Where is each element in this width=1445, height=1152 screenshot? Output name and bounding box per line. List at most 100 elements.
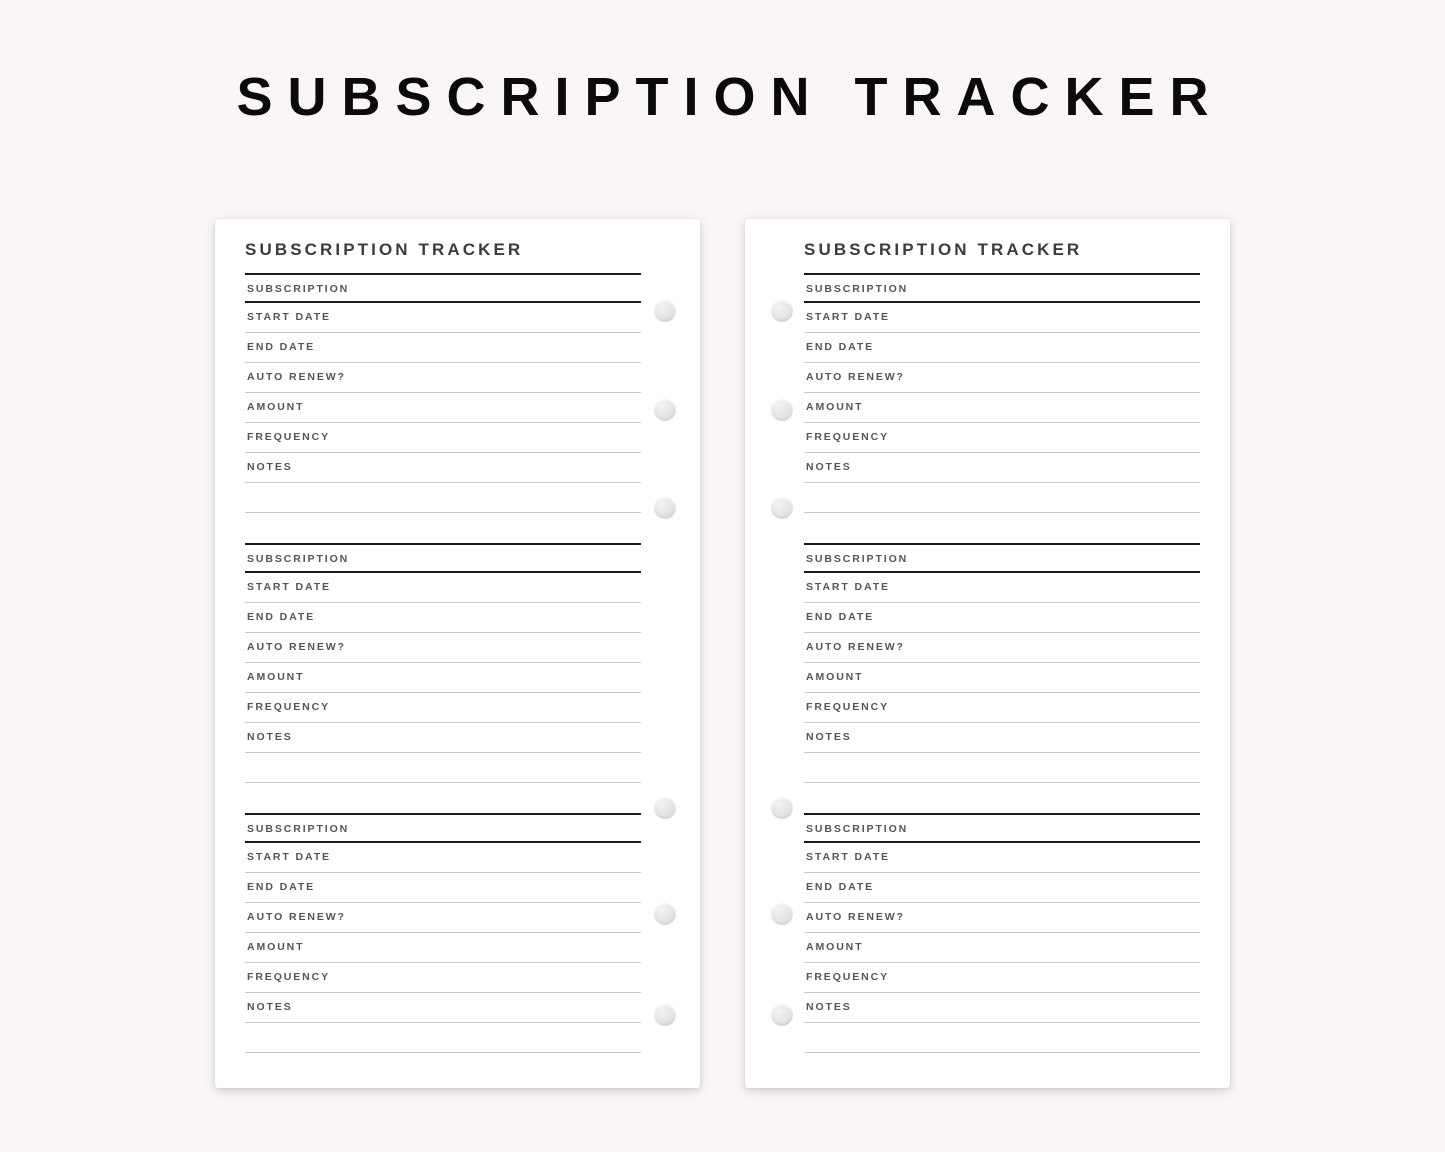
field-row-notes[interactable]: NOTES	[804, 453, 1200, 483]
field-label-amount: AMOUNT	[247, 401, 305, 413]
field-label-amount: AMOUNT	[247, 941, 305, 953]
field-row-end-date[interactable]: END DATE	[245, 333, 641, 363]
binder-ring-hole	[771, 797, 793, 819]
field-row-end-date[interactable]: END DATE	[804, 333, 1200, 363]
binder-ring-hole	[654, 903, 676, 925]
field-label-frequency: FREQUENCY	[806, 431, 890, 443]
field-row-subscription[interactable]: SUBSCRIPTION	[804, 813, 1200, 843]
field-label-frequency: FREQUENCY	[247, 701, 331, 713]
field-row-frequency[interactable]: FREQUENCY	[245, 423, 641, 453]
entry-block: SUBSCRIPTION START DATE END DATE AUTO RE…	[245, 543, 641, 783]
field-row-amount[interactable]: AMOUNT	[804, 933, 1200, 963]
field-row-amount[interactable]: AMOUNT	[804, 393, 1200, 423]
field-label-end-date: END DATE	[247, 611, 316, 623]
field-row-end-date[interactable]: END DATE	[804, 873, 1200, 903]
field-label-auto-renew: AUTO RENEW?	[806, 911, 905, 923]
field-row-amount[interactable]: AMOUNT	[245, 933, 641, 963]
field-label-frequency: FREQUENCY	[806, 971, 890, 983]
field-label-amount: AMOUNT	[806, 401, 864, 413]
binder-ring-hole	[771, 903, 793, 925]
field-row-amount[interactable]: AMOUNT	[245, 393, 641, 423]
field-label-amount: AMOUNT	[247, 671, 305, 683]
field-label-subscription: SUBSCRIPTION	[247, 553, 350, 565]
field-row-subscription[interactable]: SUBSCRIPTION	[804, 543, 1200, 573]
field-row-start-date[interactable]: START DATE	[804, 843, 1200, 873]
field-row-auto-renew[interactable]: AUTO RENEW?	[804, 903, 1200, 933]
field-row-notes[interactable]: NOTES	[245, 993, 641, 1023]
field-row-subscription[interactable]: SUBSCRIPTION	[245, 273, 641, 303]
field-label-frequency: FREQUENCY	[247, 971, 331, 983]
page-content-left: SUBSCRIPTION TRACKER SUBSCRIPTION START …	[245, 219, 641, 1088]
field-label-subscription: SUBSCRIPTION	[247, 823, 350, 835]
field-row-notes-overflow[interactable]	[804, 483, 1200, 513]
binder-ring-hole	[654, 399, 676, 421]
binder-ring-hole	[771, 497, 793, 519]
field-label-end-date: END DATE	[247, 341, 316, 353]
field-row-notes-overflow[interactable]	[245, 483, 641, 513]
field-label-subscription: SUBSCRIPTION	[806, 823, 909, 835]
field-label-notes: NOTES	[247, 731, 293, 743]
field-row-start-date[interactable]: START DATE	[804, 573, 1200, 603]
field-row-auto-renew[interactable]: AUTO RENEW?	[804, 633, 1200, 663]
binder-ring-hole	[654, 797, 676, 819]
binder-ring-hole	[654, 497, 676, 519]
field-label-notes: NOTES	[247, 1001, 293, 1013]
entry-block: SUBSCRIPTION START DATE END DATE AUTO RE…	[245, 813, 641, 1053]
field-label-subscription: SUBSCRIPTION	[806, 553, 909, 565]
field-label-end-date: END DATE	[247, 881, 316, 893]
binder-ring-hole	[654, 300, 676, 322]
field-row-notes[interactable]: NOTES	[804, 723, 1200, 753]
field-label-notes: NOTES	[806, 461, 852, 473]
field-row-notes[interactable]: NOTES	[804, 993, 1200, 1023]
entry-block: SUBSCRIPTION START DATE END DATE AUTO RE…	[804, 273, 1200, 513]
field-row-notes[interactable]: NOTES	[245, 453, 641, 483]
entry-block: SUBSCRIPTION START DATE END DATE AUTO RE…	[804, 543, 1200, 783]
field-row-subscription[interactable]: SUBSCRIPTION	[245, 543, 641, 573]
field-row-auto-renew[interactable]: AUTO RENEW?	[245, 633, 641, 663]
sheet-title: SUBSCRIPTION TRACKER	[804, 240, 1083, 259]
page-content-right: SUBSCRIPTION TRACKER SUBSCRIPTION START …	[804, 219, 1200, 1088]
planner-page-right[interactable]: SUBSCRIPTION TRACKER SUBSCRIPTION START …	[745, 219, 1230, 1088]
sheet-title: SUBSCRIPTION TRACKER	[245, 240, 524, 259]
field-row-subscription[interactable]: SUBSCRIPTION	[804, 273, 1200, 303]
field-row-auto-renew[interactable]: AUTO RENEW?	[804, 363, 1200, 393]
field-row-frequency[interactable]: FREQUENCY	[804, 963, 1200, 993]
field-row-frequency[interactable]: FREQUENCY	[804, 423, 1200, 453]
field-row-notes-overflow[interactable]	[804, 1023, 1200, 1053]
field-row-frequency[interactable]: FREQUENCY	[245, 693, 641, 723]
field-row-notes-overflow[interactable]	[245, 1023, 641, 1053]
field-row-start-date[interactable]: START DATE	[245, 303, 641, 333]
field-row-amount[interactable]: AMOUNT	[245, 663, 641, 693]
field-label-auto-renew: AUTO RENEW?	[806, 641, 905, 653]
field-row-start-date[interactable]: START DATE	[245, 843, 641, 873]
field-row-notes-overflow[interactable]	[804, 753, 1200, 783]
field-label-end-date: END DATE	[806, 881, 875, 893]
field-label-start-date: START DATE	[247, 851, 331, 863]
binder-ring-hole	[654, 1004, 676, 1026]
entry-block: SUBSCRIPTION START DATE END DATE AUTO RE…	[804, 813, 1200, 1053]
entry-block-list: SUBSCRIPTION START DATE END DATE AUTO RE…	[804, 273, 1200, 1053]
field-row-end-date[interactable]: END DATE	[245, 603, 641, 633]
field-label-auto-renew: AUTO RENEW?	[247, 641, 346, 653]
field-row-auto-renew[interactable]: AUTO RENEW?	[245, 903, 641, 933]
field-row-start-date[interactable]: START DATE	[804, 303, 1200, 333]
field-label-auto-renew: AUTO RENEW?	[247, 911, 346, 923]
field-row-frequency[interactable]: FREQUENCY	[245, 963, 641, 993]
field-row-subscription[interactable]: SUBSCRIPTION	[245, 813, 641, 843]
field-label-frequency: FREQUENCY	[806, 701, 890, 713]
field-label-notes: NOTES	[806, 731, 852, 743]
field-row-frequency[interactable]: FREQUENCY	[804, 693, 1200, 723]
field-label-start-date: START DATE	[806, 311, 890, 323]
field-label-end-date: END DATE	[806, 341, 875, 353]
field-row-start-date[interactable]: START DATE	[245, 573, 641, 603]
field-label-auto-renew: AUTO RENEW?	[247, 371, 346, 383]
field-row-auto-renew[interactable]: AUTO RENEW?	[245, 363, 641, 393]
poster-title: SUBSCRIPTION TRACKER	[236, 67, 1224, 127]
field-row-notes-overflow[interactable]	[245, 753, 641, 783]
field-row-amount[interactable]: AMOUNT	[804, 663, 1200, 693]
field-row-end-date[interactable]: END DATE	[245, 873, 641, 903]
field-row-end-date[interactable]: END DATE	[804, 603, 1200, 633]
field-row-notes[interactable]: NOTES	[245, 723, 641, 753]
planner-page-left[interactable]: SUBSCRIPTION TRACKER SUBSCRIPTION START …	[215, 219, 700, 1088]
field-label-end-date: END DATE	[806, 611, 875, 623]
